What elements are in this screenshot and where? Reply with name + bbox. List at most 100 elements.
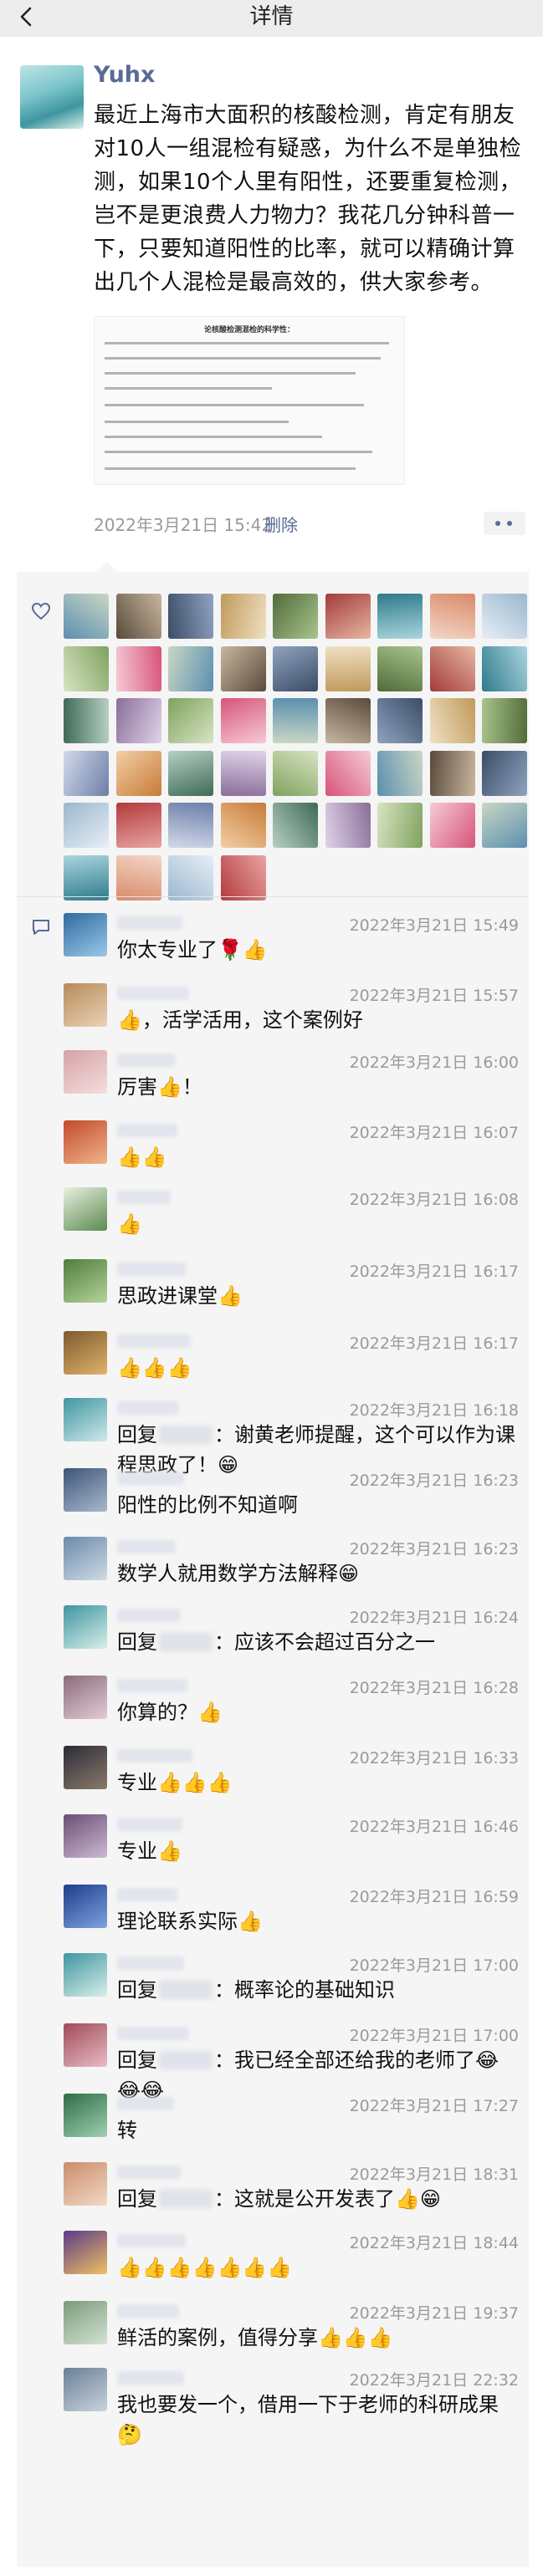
replied-user-redacted[interactable] [159, 1426, 213, 1444]
commenter-name-redacted[interactable] [117, 2165, 181, 2179]
comment-text[interactable]: 👍，活学活用，这个案例好 [117, 1005, 519, 1035]
delete-link[interactable]: 删除 [264, 512, 298, 536]
commenter-avatar[interactable] [64, 1259, 107, 1303]
comment-text[interactable]: 专业👍👍👍 [117, 1767, 519, 1798]
comment-text[interactable]: 👍👍👍 [117, 1353, 519, 1383]
comment-text[interactable]: 阳性的比例不知道啊 [117, 1490, 519, 1520]
liker-avatar[interactable] [168, 750, 213, 796]
liker-avatar[interactable] [220, 803, 266, 848]
commenter-avatar[interactable] [64, 1885, 107, 1928]
liker-avatar[interactable] [429, 645, 475, 691]
comment-text[interactable]: 回复 ：这就是公开发表了👍😁 [117, 2184, 519, 2214]
replied-user-redacted[interactable] [159, 1981, 213, 1999]
commenter-avatar[interactable] [64, 1746, 107, 1789]
liker-avatar[interactable] [377, 594, 423, 639]
commenter-avatar[interactable] [64, 983, 107, 1027]
liker-avatar[interactable] [273, 594, 318, 639]
author-avatar[interactable] [20, 65, 84, 129]
liker-avatar[interactable] [429, 750, 475, 796]
commenter-name-redacted[interactable] [117, 916, 182, 930]
comment-text[interactable]: 转 [117, 2115, 519, 2145]
liker-avatar[interactable] [115, 854, 161, 900]
commenter-name-redacted[interactable] [117, 1472, 184, 1485]
comment-text[interactable]: 厉害👍！ [117, 1072, 519, 1102]
comment-text[interactable]: 我也要发一个，借用一下于老师的科研成果🤔 [117, 2390, 519, 2450]
commenter-avatar[interactable] [64, 2094, 107, 2137]
replied-user-redacted[interactable] [159, 2190, 213, 2208]
comment-text[interactable]: 思政进课堂👍 [117, 1281, 519, 1311]
commenter-avatar[interactable] [64, 1814, 107, 1858]
liker-avatar[interactable] [64, 750, 109, 796]
commenter-avatar[interactable] [64, 1398, 107, 1441]
commenter-avatar[interactable] [64, 2023, 107, 2067]
liker-avatar[interactable] [168, 594, 213, 639]
comment-text[interactable]: 理论联系实际👍 [117, 1906, 519, 1936]
commenter-name-redacted[interactable] [117, 1818, 182, 1831]
more-actions-button[interactable] [484, 512, 525, 535]
commenter-avatar[interactable] [64, 1537, 107, 1580]
comment-text[interactable]: 数学人就用数学方法解释😁 [117, 1558, 519, 1589]
commenter-avatar[interactable] [64, 1331, 107, 1375]
commenter-avatar[interactable] [64, 2162, 107, 2206]
liker-avatar[interactable] [482, 645, 527, 691]
liker-avatar[interactable] [429, 698, 475, 743]
comment-text[interactable]: 回复 ：应该不会超过百分之一 [117, 1627, 519, 1657]
liker-avatar[interactable] [429, 803, 475, 848]
commenter-name-redacted[interactable] [117, 1540, 176, 1553]
liker-avatar[interactable] [377, 803, 423, 848]
replied-user-redacted[interactable] [159, 2051, 213, 2069]
commenter-avatar[interactable] [64, 2368, 107, 2411]
commenter-name-redacted[interactable] [117, 1191, 171, 1204]
liker-avatar[interactable] [482, 750, 527, 796]
commenter-name-redacted[interactable] [117, 1053, 176, 1067]
liker-avatar[interactable] [273, 803, 318, 848]
liker-avatar[interactable] [64, 698, 109, 743]
commenter-name-redacted[interactable] [117, 987, 189, 1000]
commenter-name-redacted[interactable] [117, 1888, 177, 1901]
commenter-avatar[interactable] [64, 1676, 107, 1719]
liker-avatar[interactable] [115, 594, 161, 639]
liker-avatar[interactable] [115, 698, 161, 743]
liker-avatar[interactable] [377, 750, 423, 796]
liker-avatar[interactable] [115, 803, 161, 848]
comment-text[interactable]: 👍 [117, 1209, 519, 1239]
commenter-avatar[interactable] [64, 1605, 107, 1649]
liker-avatar[interactable] [429, 594, 475, 639]
commenter-avatar[interactable] [64, 913, 107, 956]
liker-avatar[interactable] [377, 645, 423, 691]
post-author-name[interactable]: Yuhx [94, 62, 155, 88]
liker-avatar[interactable] [325, 750, 371, 796]
liker-avatar[interactable] [168, 803, 213, 848]
commenter-name-redacted[interactable] [117, 1609, 181, 1622]
liker-avatar[interactable] [273, 750, 318, 796]
liker-avatar[interactable] [64, 594, 109, 639]
post-image[interactable]: 论核酸检测混检的科学性： [94, 316, 405, 485]
liker-avatar[interactable] [64, 645, 109, 691]
commenter-avatar[interactable] [64, 2231, 107, 2274]
liker-avatar[interactable] [220, 750, 266, 796]
commenter-avatar[interactable] [64, 1050, 107, 1094]
liker-avatar[interactable] [273, 645, 318, 691]
comment-text[interactable]: 专业👍 [117, 1836, 519, 1866]
liker-avatar[interactable] [220, 698, 266, 743]
liker-avatar[interactable] [115, 750, 161, 796]
comment-text[interactable]: 鲜活的案例，值得分享👍👍👍 [117, 2323, 519, 2353]
liker-avatar[interactable] [168, 698, 213, 743]
comment-text[interactable]: 👍👍👍👍👍👍👍 [117, 2252, 519, 2283]
liker-avatar[interactable] [482, 698, 527, 743]
commenter-name-redacted[interactable] [117, 1124, 177, 1137]
liker-avatar[interactable] [377, 698, 423, 743]
commenter-avatar[interactable] [64, 1468, 107, 1512]
liker-avatar[interactable] [168, 854, 213, 900]
liker-avatar[interactable] [220, 645, 266, 691]
liker-avatar[interactable] [273, 698, 318, 743]
commenter-name-redacted[interactable] [117, 2371, 184, 2385]
commenter-name-redacted[interactable] [117, 1401, 179, 1415]
liker-avatar[interactable] [64, 854, 109, 900]
comment-text[interactable]: 你算的？👍 [117, 1697, 519, 1727]
commenter-name-redacted[interactable] [117, 2027, 189, 2040]
commenter-name-redacted[interactable] [117, 1679, 187, 1692]
comment-text[interactable]: 你太专业了🌹👍 [117, 935, 519, 965]
liker-avatar[interactable] [168, 645, 213, 691]
commenter-avatar[interactable] [64, 1187, 107, 1231]
